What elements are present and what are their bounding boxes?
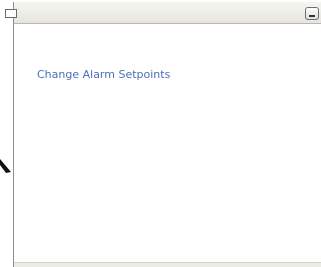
dialog-window: Change Alarm Setpoints [5, 2, 321, 267]
window-icon[interactable] [5, 9, 17, 18]
minimize-icon [309, 15, 315, 17]
window-titlebar[interactable] [5, 2, 321, 24]
screenshot-stage: Change Alarm Setpoints [0, 0, 321, 267]
minimize-button[interactable] [305, 7, 319, 20]
window-content: Change Alarm Setpoints [14, 24, 321, 264]
window-bottom-bar [14, 262, 321, 267]
pointer-arrow-icon [0, 159, 11, 173]
change-alarm-setpoints-link[interactable]: Change Alarm Setpoints [37, 68, 170, 81]
